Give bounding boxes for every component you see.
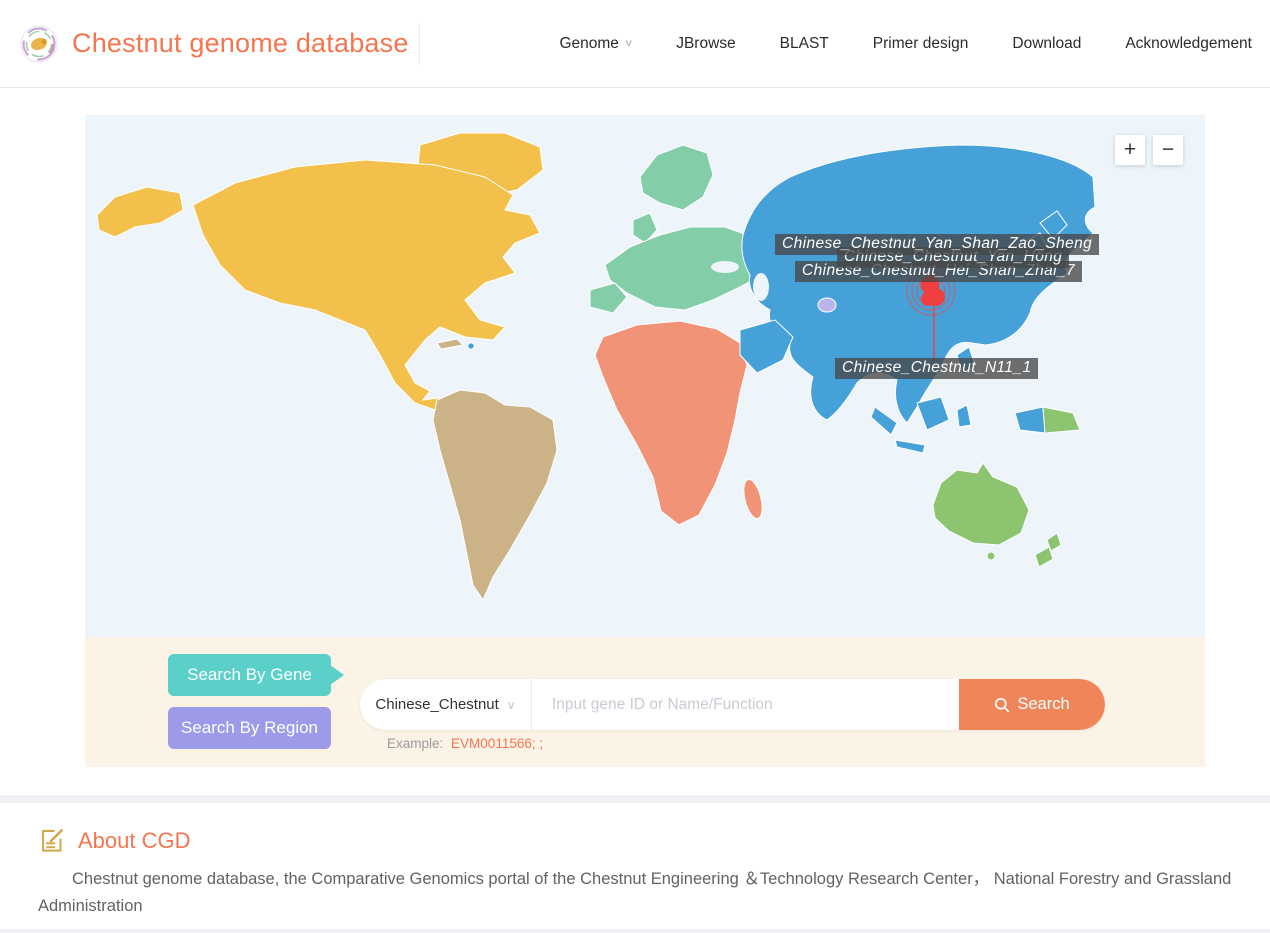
map-zoom-controls: + − <box>1115 135 1183 165</box>
document-edit-icon <box>38 827 65 854</box>
main-content: Chinese_Chestnut_Yan_Shan_Zao_Sheng Chin… <box>0 88 1270 795</box>
map-tasmania <box>987 552 995 560</box>
nav-primer-design[interactable]: Primer design <box>873 35 969 53</box>
nav-blast-label: BLAST <box>780 35 829 53</box>
zoom-out-button[interactable]: − <box>1153 135 1183 165</box>
nav-primer-design-label: Primer design <box>873 35 969 53</box>
search-panel: Search By Gene Search By Region Chinese_… <box>85 637 1205 767</box>
zoom-in-button[interactable]: + <box>1115 135 1145 165</box>
main-nav: Genome ∨ JBrowse BLAST Primer design Dow… <box>559 35 1270 53</box>
search-by-gene-button[interactable]: Search By Gene <box>168 654 331 696</box>
species-select-value: Chinese_Chestnut <box>375 696 498 713</box>
species-select[interactable]: Chinese_Chestnut ∨ <box>360 679 532 730</box>
about-text: Chestnut genome database, the Comparativ… <box>38 866 1232 920</box>
map-search-card: Chinese_Chestnut_Yan_Shan_Zao_Sheng Chin… <box>85 115 1205 767</box>
search-button[interactable]: Search <box>959 679 1105 730</box>
search-by-region-button[interactable]: Search By Region <box>168 707 331 749</box>
nav-genome[interactable]: Genome ∨ <box>559 35 632 53</box>
map-hispaniola <box>468 343 474 349</box>
map-caspian-sea <box>753 273 769 301</box>
nav-download-label: Download <box>1012 35 1081 53</box>
about-title: About CGD <box>78 828 191 854</box>
search-icon <box>994 697 1010 713</box>
header: Chestnut genome database Genome ∨ JBrows… <box>0 0 1270 88</box>
chevron-down-icon: ∨ <box>624 38 634 49</box>
nav-jbrowse[interactable]: JBrowse <box>676 35 735 53</box>
nav-blast[interactable]: BLAST <box>780 35 829 53</box>
map-central-asia-country <box>818 298 836 312</box>
search-example: Example: EVM0011566; ; <box>387 736 543 751</box>
title-divider <box>419 23 420 65</box>
about-section: About CGD Chestnut genome database, the … <box>0 803 1270 929</box>
gene-search-input[interactable] <box>532 679 959 730</box>
nav-download[interactable]: Download <box>1012 35 1081 53</box>
about-header: About CGD <box>38 827 1232 854</box>
nav-acknowledgement[interactable]: Acknowledgement <box>1125 35 1252 53</box>
map-marker-label[interactable]: Chinese_Chestnut_Yan_Shan_Zao_Sheng <box>775 234 1099 255</box>
map-marker-label[interactable]: Chinese_Chestnut_N11_1 <box>835 358 1038 379</box>
gene-search-bar: Chinese_Chestnut ∨ Search <box>360 679 1105 730</box>
world-map[interactable]: Chinese_Chestnut_Yan_Shan_Zao_Sheng Chin… <box>85 115 1205 637</box>
example-gene-id[interactable]: EVM0011566; ; <box>451 736 543 751</box>
site-title: Chestnut genome database <box>72 28 409 59</box>
chevron-down-icon: ∨ <box>507 698 516 712</box>
example-prefix: Example: <box>387 736 443 751</box>
site-logo-icon[interactable] <box>20 25 58 63</box>
nav-acknowledgement-label: Acknowledgement <box>1125 35 1252 53</box>
map-black-sea <box>711 261 739 273</box>
nav-genome-label: Genome <box>559 35 618 53</box>
nav-jbrowse-label: JBrowse <box>676 35 735 53</box>
search-button-label: Search <box>1017 695 1069 714</box>
section-divider <box>0 795 1270 803</box>
